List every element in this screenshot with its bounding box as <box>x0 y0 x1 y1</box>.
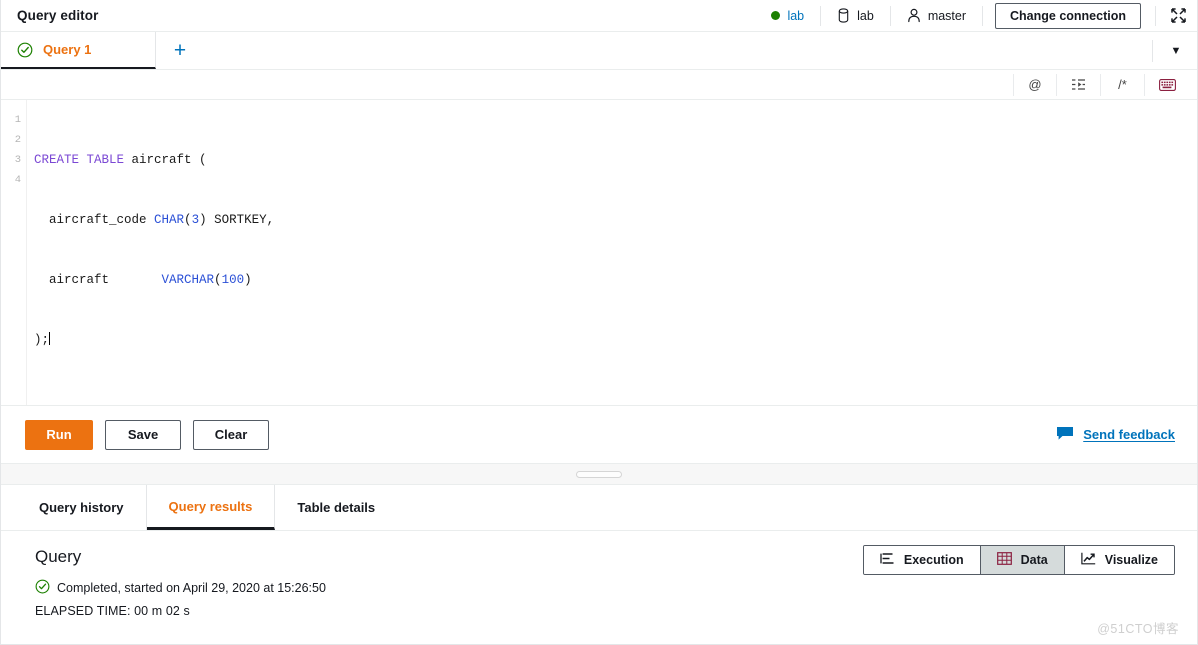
fullscreen-toggle[interactable] <box>1155 5 1187 26</box>
sql-keyword: CREATE TABLE <box>34 153 125 167</box>
add-query-tab-button[interactable]: + <box>156 32 204 69</box>
indent-icon[interactable] <box>1057 73 1101 96</box>
line-number: 4 <box>14 174 21 186</box>
sql-text: ); <box>34 333 50 347</box>
tab-label: Query 1 <box>43 42 92 57</box>
tab-query-history[interactable]: Query history <box>17 485 147 530</box>
connection-cluster[interactable]: lab <box>755 6 820 26</box>
sql-text: ) <box>244 273 252 287</box>
send-feedback-link[interactable]: Send feedback <box>1056 426 1175 444</box>
sql-text: aircraft <box>34 273 162 287</box>
divider <box>982 5 984 26</box>
sql-text: aircraft_code <box>34 213 155 227</box>
app-header: Query editor lab lab master Change conne… <box>1 0 1197 32</box>
cluster-name[interactable]: lab <box>787 9 804 23</box>
connection-user: master <box>891 6 982 26</box>
code-line: aircraft_code CHAR(3) SORTKEY, <box>34 210 1197 230</box>
sql-text: ( <box>184 213 192 227</box>
sql-type: CHAR <box>154 213 185 227</box>
database-icon <box>837 8 850 23</box>
status-text: Completed, started on April 29, 2020 at … <box>57 581 326 595</box>
code-line: CREATE TABLE aircraft ( <box>34 150 1197 170</box>
list-icon <box>880 552 895 568</box>
line-chart-icon <box>1081 552 1096 568</box>
sql-type: VARCHAR <box>161 273 215 287</box>
query-editor-app: Query editor lab lab master Change conne… <box>0 0 1198 645</box>
view-mode-segmented-control: Execution Data Visualize <box>862 545 1175 575</box>
watermark: @51CTO博客 <box>1097 622 1179 636</box>
database-name: lab <box>857 8 874 23</box>
view-mode-data[interactable]: Data <box>980 546 1065 574</box>
clear-button[interactable]: Clear <box>193 419 269 450</box>
user-icon <box>907 8 921 23</box>
tab-table-details[interactable]: Table details <box>275 485 397 530</box>
send-feedback-label: Send feedback <box>1083 427 1175 442</box>
view-mode-label: Visualize <box>1104 553 1158 567</box>
view-mode-label: Execution <box>903 553 964 567</box>
line-number: 3 <box>14 154 21 166</box>
view-mode-execution[interactable]: Execution <box>863 546 981 574</box>
sql-number: 3 <box>191 213 200 227</box>
comment-block-icon[interactable]: /* <box>1101 73 1145 96</box>
line-number: 1 <box>14 114 21 126</box>
divider <box>1152 39 1153 62</box>
code-line: aircraft VARCHAR(100) <box>34 270 1197 290</box>
page-title: Query editor <box>17 8 99 23</box>
line-number: 2 <box>14 134 21 146</box>
sql-text: ) SORTKEY, <box>199 213 275 227</box>
editor-toolbar: @ /* <box>1 70 1197 100</box>
editor-action-bar: Run Save Clear Send feedback <box>1 405 1197 463</box>
query-tabstrip: Query 1 + ▼ <box>1 32 1197 70</box>
view-mode-label: Data <box>1020 553 1048 567</box>
tab-query-1[interactable]: Query 1 <box>1 32 156 69</box>
user-name: master <box>927 8 967 23</box>
sql-code-content[interactable]: CREATE TABLE aircraft ( aircraft_code CH… <box>27 100 1197 405</box>
check-circle-icon <box>17 42 33 58</box>
tabstrip-overflow-area: ▼ <box>1152 32 1197 69</box>
text-cursor <box>49 332 51 345</box>
results-status: Completed, started on April 29, 2020 at … <box>35 579 1175 597</box>
sql-number: 100 <box>221 273 245 287</box>
panel-resize-handle[interactable] <box>1 463 1197 485</box>
cluster-status-dot <box>771 11 781 20</box>
chevron-down-icon[interactable]: ▼ <box>1163 38 1189 64</box>
at-sign-icon[interactable]: @ <box>1013 73 1057 96</box>
query-results-panel: Query Completed, started on April 29, 20… <box>1 531 1197 645</box>
sql-code-editor[interactable]: 1 2 3 4 CREATE TABLE aircraft ( aircraft… <box>1 100 1197 405</box>
resize-grip-icon <box>576 470 622 478</box>
save-button[interactable]: Save <box>105 419 181 450</box>
change-connection-button[interactable]: Change connection <box>995 2 1141 29</box>
results-tabstrip: Query history Query results Table detail… <box>1 485 1197 531</box>
view-mode-visualize[interactable]: Visualize <box>1064 546 1174 574</box>
check-circle-icon <box>35 579 50 597</box>
table-grid-icon <box>996 552 1012 568</box>
keyboard-icon[interactable] <box>1145 74 1189 96</box>
header-connection-info: lab lab master Change connection <box>755 0 1187 31</box>
tab-query-results[interactable]: Query results <box>146 485 276 530</box>
connection-database: lab <box>821 6 890 26</box>
expand-icon <box>1170 7 1187 24</box>
line-number-gutter: 1 2 3 4 <box>1 100 27 405</box>
run-button[interactable]: Run <box>25 419 93 450</box>
elapsed-time-text: ELAPSED TIME: 00 m 02 s <box>35 604 190 618</box>
speech-bubble-icon <box>1056 426 1074 444</box>
sql-text: aircraft ( <box>124 153 207 167</box>
sql-text: ( <box>214 273 222 287</box>
code-line: ); <box>34 330 1197 350</box>
